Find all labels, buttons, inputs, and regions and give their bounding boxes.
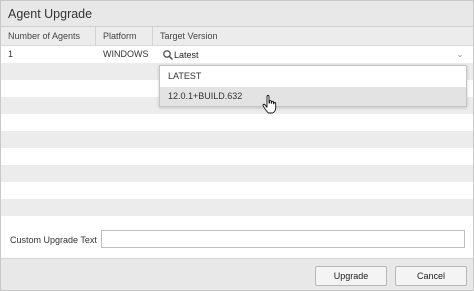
column-header-number-of-agents[interactable]: Number of Agents (1, 27, 96, 45)
table-row-empty (1, 199, 473, 216)
cell-platform: WINDOWS (103, 49, 149, 59)
search-icon (163, 50, 174, 61)
cell-number-of-agents: 1 (8, 49, 14, 59)
table-row-empty (1, 114, 473, 131)
custom-upgrade-text-label: Custom Upgrade Text (10, 235, 97, 245)
table-row-empty (1, 131, 473, 148)
dialog-footer: Upgrade Cancel (1, 258, 473, 290)
column-header-target-version[interactable]: Target Version (153, 27, 473, 45)
chevron-down-icon[interactable]: ⌄ (455, 49, 465, 61)
agents-table: Number of Agents Platform Target Version… (1, 27, 473, 224)
dialog-titlebar: Agent Upgrade (1, 1, 473, 27)
target-version-select[interactable]: Latest ⌄ (158, 48, 468, 62)
column-header-platform[interactable]: Platform (96, 27, 153, 45)
table-row-empty (1, 182, 473, 199)
table-row-empty (1, 216, 473, 224)
table-row-empty (1, 148, 473, 165)
option-latest[interactable]: LATEST (160, 67, 466, 86)
table-row-empty (1, 165, 473, 182)
hand-pointer-icon (262, 95, 277, 114)
table-row[interactable]: 1 WINDOWS Latest ⌄ (1, 46, 473, 63)
dialog-title: Agent Upgrade (8, 7, 93, 21)
table-header: Number of Agents Platform Target Version (1, 27, 473, 46)
custom-upgrade-text-input[interactable] (101, 230, 465, 248)
upgrade-button[interactable]: Upgrade (315, 266, 387, 286)
target-version-dropdown: LATEST 12.0.1+BUILD.632 (159, 65, 467, 107)
option-build-632[interactable]: 12.0.1+BUILD.632 (160, 87, 466, 106)
target-version-value: Latest (174, 50, 199, 60)
cancel-button[interactable]: Cancel (395, 266, 467, 286)
agent-upgrade-dialog: Agent Upgrade Number of Agents Platform … (0, 0, 474, 291)
